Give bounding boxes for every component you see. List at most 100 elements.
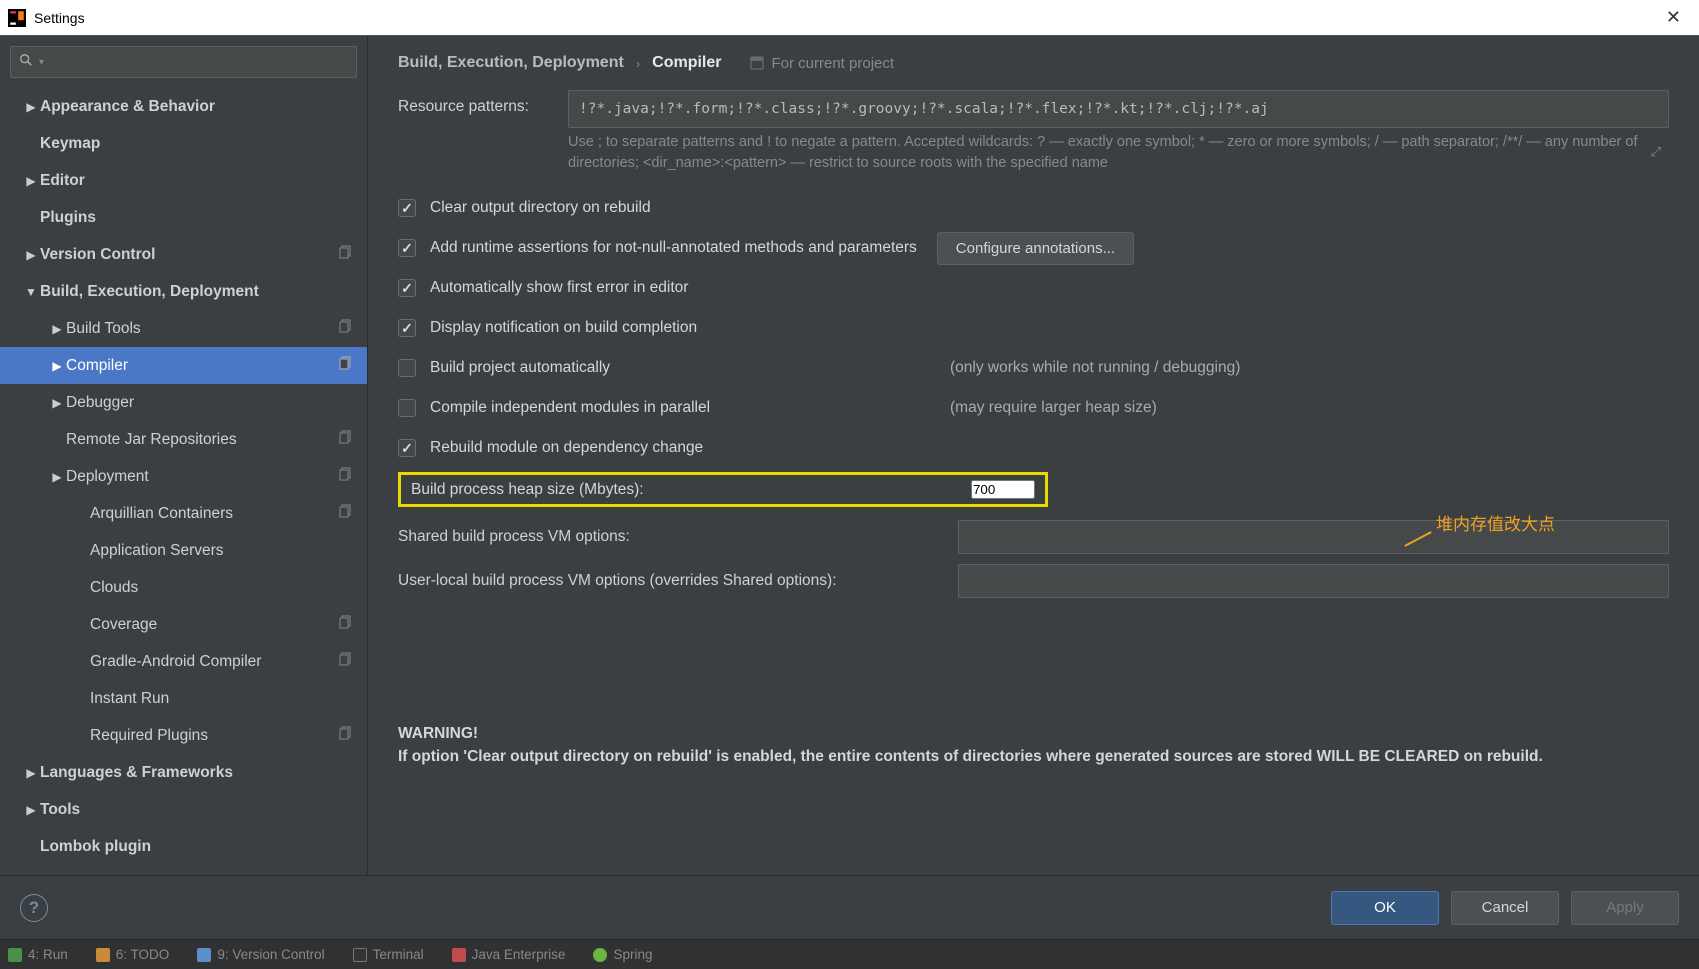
close-icon[interactable]: ✕ bbox=[1656, 7, 1691, 28]
copy-settings-icon bbox=[339, 504, 359, 523]
checkbox-icon[interactable] bbox=[398, 319, 416, 337]
chevron-right-icon: ▶ bbox=[22, 100, 40, 114]
copy-settings-icon bbox=[339, 356, 359, 375]
sidebar-item-coverage[interactable]: Coverage bbox=[0, 606, 367, 643]
sidebar-item-languages-frameworks[interactable]: ▶Languages & Frameworks bbox=[0, 754, 367, 791]
chevron-down-icon: ▾ bbox=[39, 57, 44, 68]
resource-patterns-label: Resource patterns: bbox=[398, 90, 568, 116]
heap-size-input[interactable] bbox=[971, 480, 1035, 499]
sidebar-item-label: Version Control bbox=[40, 246, 339, 264]
sidebar-item-required-plugins[interactable]: Required Plugins bbox=[0, 717, 367, 754]
sidebar-item-appearance-behavior[interactable]: ▶Appearance & Behavior bbox=[0, 88, 367, 125]
apply-button[interactable]: Apply bbox=[1571, 891, 1679, 925]
rebuild-dep-checkbox-row[interactable]: Rebuild module on dependency change bbox=[398, 428, 1669, 468]
checkbox-icon[interactable] bbox=[398, 359, 416, 377]
copy-settings-icon bbox=[339, 467, 359, 486]
shared-vm-input[interactable] bbox=[958, 520, 1669, 554]
parallel-hint: (may require larger heap size) bbox=[950, 399, 1157, 417]
sidebar-item-label: Tools bbox=[40, 801, 359, 819]
sidebar-item-lombok-plugin[interactable]: Lombok plugin bbox=[0, 828, 367, 865]
tool-window-bar: 4: Run 6: TODO 9: Version Control Termin… bbox=[0, 939, 1699, 969]
help-icon[interactable]: ? bbox=[20, 894, 48, 922]
toolwindow-jee[interactable]: Java Enterprise bbox=[452, 947, 566, 962]
auto-first-error-label: Automatically show first error in editor bbox=[430, 279, 688, 297]
sidebar-item-plugins[interactable]: Plugins bbox=[0, 199, 367, 236]
chevron-right-icon: ▶ bbox=[48, 470, 66, 484]
breadcrumb-current: Compiler bbox=[652, 54, 721, 72]
toolwindow-run[interactable]: 4: Run bbox=[8, 947, 68, 962]
project-scope-icon bbox=[750, 56, 764, 70]
annotation-text: 堆内存值改大点 bbox=[1436, 510, 1555, 535]
chevron-right-icon: ▶ bbox=[22, 174, 40, 188]
sidebar-item-version-control[interactable]: ▶Version Control bbox=[0, 236, 367, 273]
chevron-right-icon: ▶ bbox=[22, 766, 40, 780]
sidebar-item-label: Editor bbox=[40, 172, 359, 190]
auto-first-error-checkbox-row[interactable]: Automatically show first error in editor bbox=[398, 268, 1669, 308]
chevron-down-icon: ▼ bbox=[22, 285, 40, 299]
build-auto-hint: (only works while not running / debuggin… bbox=[950, 359, 1240, 377]
warning-body: If option 'Clear output directory on reb… bbox=[398, 746, 1669, 768]
checkbox-icon[interactable] bbox=[398, 439, 416, 457]
chevron-right-icon: ▶ bbox=[48, 359, 66, 373]
checkbox-icon[interactable] bbox=[398, 239, 416, 257]
copy-settings-icon bbox=[339, 430, 359, 449]
sidebar-item-tools[interactable]: ▶Tools bbox=[0, 791, 367, 828]
copy-settings-icon bbox=[339, 245, 359, 264]
toolwindow-spring[interactable]: Spring bbox=[593, 947, 652, 962]
toolwindow-todo[interactable]: 6: TODO bbox=[96, 947, 170, 962]
sidebar-item-label: Application Servers bbox=[90, 542, 359, 560]
search-input[interactable]: ▾ bbox=[10, 46, 357, 78]
sidebar-item-label: Build, Execution, Deployment bbox=[40, 283, 359, 301]
resource-patterns-input[interactable] bbox=[568, 90, 1669, 128]
sidebar-item-build-execution-deployment[interactable]: ▼Build, Execution, Deployment bbox=[0, 273, 367, 310]
user-vm-input[interactable] bbox=[958, 564, 1669, 598]
sidebar-item-clouds[interactable]: Clouds bbox=[0, 569, 367, 606]
runtime-assert-checkbox-row[interactable]: Add runtime assertions for not-null-anno… bbox=[398, 228, 1669, 268]
clear-output-checkbox-row[interactable]: Clear output directory on rebuild bbox=[398, 188, 1669, 228]
configure-annotations-button[interactable]: Configure annotations... bbox=[937, 232, 1134, 265]
sidebar-item-application-servers[interactable]: Application Servers bbox=[0, 532, 367, 569]
build-auto-checkbox-row[interactable]: Build project automatically (only works … bbox=[398, 348, 1669, 388]
runtime-assert-label: Add runtime assertions for not-null-anno… bbox=[430, 239, 917, 257]
cancel-button[interactable]: Cancel bbox=[1451, 891, 1559, 925]
sidebar-item-label: Arquillian Containers bbox=[90, 505, 339, 523]
checkbox-icon[interactable] bbox=[398, 399, 416, 417]
sidebar-item-editor[interactable]: ▶Editor bbox=[0, 162, 367, 199]
checkbox-icon[interactable] bbox=[398, 279, 416, 297]
parallel-label: Compile independent modules in parallel bbox=[430, 399, 950, 417]
chevron-right-icon: ▶ bbox=[48, 322, 66, 336]
copy-settings-icon bbox=[339, 652, 359, 671]
scope-label: For current project bbox=[772, 55, 895, 72]
titlebar: Settings ✕ bbox=[0, 0, 1699, 36]
copy-settings-icon bbox=[339, 726, 359, 745]
settings-content: Build, Execution, Deployment › Compiler … bbox=[368, 36, 1699, 875]
heap-size-label: Build process heap size (Mbytes): bbox=[411, 481, 971, 499]
toolwindow-terminal[interactable]: Terminal bbox=[353, 947, 424, 962]
breadcrumb-parent[interactable]: Build, Execution, Deployment bbox=[398, 54, 624, 72]
sidebar-item-remote-jar-repositories[interactable]: Remote Jar Repositories bbox=[0, 421, 367, 458]
toolwindow-vc[interactable]: 9: Version Control bbox=[197, 947, 324, 962]
sidebar-item-label: Languages & Frameworks bbox=[40, 764, 359, 782]
sidebar-item-instant-run[interactable]: Instant Run bbox=[0, 680, 367, 717]
sidebar-item-label: Debugger bbox=[66, 394, 359, 412]
sidebar-item-arquillian-containers[interactable]: Arquillian Containers bbox=[0, 495, 367, 532]
expand-icon[interactable]: ⤢ bbox=[1651, 144, 1661, 160]
sidebar-item-compiler[interactable]: ▶Compiler bbox=[0, 347, 367, 384]
sidebar-item-label: Instant Run bbox=[90, 690, 359, 708]
sidebar-item-gradle-android-compiler[interactable]: Gradle-Android Compiler bbox=[0, 643, 367, 680]
sidebar-item-keymap[interactable]: Keymap bbox=[0, 125, 367, 162]
sidebar-item-debugger[interactable]: ▶Debugger bbox=[0, 384, 367, 421]
parallel-checkbox-row[interactable]: Compile independent modules in parallel … bbox=[398, 388, 1669, 428]
sidebar-item-build-tools[interactable]: ▶Build Tools bbox=[0, 310, 367, 347]
sidebar-item-label: Lombok plugin bbox=[40, 838, 359, 856]
warning-block: WARNING! If option 'Clear output directo… bbox=[398, 723, 1669, 768]
breadcrumb: Build, Execution, Deployment › Compiler … bbox=[398, 54, 1669, 72]
chevron-right-icon: ▶ bbox=[48, 396, 66, 410]
heap-size-highlight: Build process heap size (Mbytes): bbox=[398, 472, 1048, 507]
sidebar-item-deployment[interactable]: ▶Deployment bbox=[0, 458, 367, 495]
checkbox-icon[interactable] bbox=[398, 199, 416, 217]
ok-button[interactable]: OK bbox=[1331, 891, 1439, 925]
display-notification-checkbox-row[interactable]: Display notification on build completion bbox=[398, 308, 1669, 348]
breadcrumb-sep: › bbox=[636, 56, 640, 71]
build-auto-label: Build project automatically bbox=[430, 359, 950, 377]
